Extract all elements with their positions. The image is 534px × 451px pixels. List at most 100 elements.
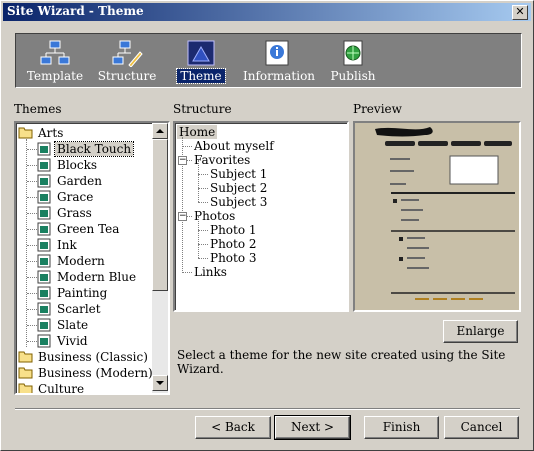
tree-node-label: Photo 2 (210, 237, 257, 251)
step-publish-button[interactable]: Publish (316, 36, 390, 84)
tree-line (198, 174, 199, 188)
folder-icon (18, 383, 33, 393)
tree-line (198, 188, 199, 202)
tree-node-label: Home (177, 125, 218, 139)
theme-icon (37, 222, 51, 236)
tree-line (27, 181, 37, 182)
folder-icon (18, 367, 33, 379)
theme-item-label: Garden (57, 174, 102, 188)
themes-list[interactable]: Arts Black Touch Blocks Garden Grace Grass Gr… (14, 121, 170, 395)
tree-line (27, 293, 37, 294)
tree-node-label: Favorites (194, 153, 251, 167)
tree-line (198, 244, 208, 245)
themes-scrollbar[interactable] (152, 123, 168, 393)
scroll-up-button[interactable] (152, 123, 168, 139)
theme-icon (37, 302, 51, 316)
tree-line (198, 188, 208, 189)
theme-item-label: Vivid (57, 334, 88, 348)
tree-line (27, 197, 37, 198)
theme-icon (37, 142, 51, 156)
theme-icon (37, 190, 51, 204)
tree-node-label: Subject 3 (210, 195, 268, 209)
structure-tree[interactable]: Home About myself − Favorites Subject 1 Subj… (173, 121, 349, 312)
tree-line (198, 216, 199, 230)
theme-icon (37, 318, 51, 332)
themes-list-content: Arts Black Touch Blocks Garden Grace Grass Gr… (16, 123, 153, 395)
tree-line (26, 139, 27, 347)
tree-line (198, 244, 199, 258)
theme-icon (37, 286, 51, 300)
theme-icon (187, 40, 215, 66)
tree-line (198, 174, 208, 175)
structure-heading: Structure (173, 102, 232, 116)
tree-line (198, 202, 208, 203)
theme-icon (37, 238, 51, 252)
theme-preview (353, 121, 521, 312)
next-button[interactable]: Next > (274, 415, 351, 440)
step-publish-label: Publish (330, 69, 376, 83)
theme-item-label: Grass (57, 206, 92, 220)
theme-item-label: Green Tea (57, 222, 120, 236)
step-information-label: Information (243, 69, 316, 83)
tree-line (27, 165, 37, 166)
step-structure-button[interactable]: Structure (90, 36, 164, 84)
tree-line (27, 229, 37, 230)
arrow-up-icon (156, 129, 164, 133)
collapse-icon[interactable]: − (178, 156, 187, 165)
cancel-button[interactable]: Cancel (444, 416, 519, 439)
preview-heading: Preview (353, 102, 402, 116)
theme-item-label: Modern (57, 254, 105, 268)
preview-image (355, 123, 519, 310)
theme-item-label: Modern Blue (57, 270, 137, 284)
tree-line (198, 258, 208, 259)
tree-node-label: About myself (194, 139, 274, 153)
title-bar[interactable]: Site Wizard - Theme ✕ (3, 3, 531, 21)
folder-open-icon (18, 127, 33, 139)
theme-item-label: Black Touch (53, 141, 135, 157)
tree-node-label: Photo 3 (210, 251, 257, 265)
theme-icon (37, 270, 51, 284)
finish-button[interactable]: Finish (364, 416, 439, 439)
structure-icon (112, 40, 143, 67)
theme-item-label: Slate (57, 318, 89, 332)
scroll-down-button[interactable] (152, 375, 168, 391)
tree-line (198, 160, 199, 174)
theme-icon (37, 334, 51, 348)
collapse-icon[interactable]: − (178, 212, 187, 221)
theme-icon (37, 174, 51, 188)
step-template-label: Template (26, 69, 84, 83)
step-structure-label: Structure (97, 69, 157, 83)
information-icon (265, 40, 289, 66)
step-theme-label: Theme (176, 68, 226, 84)
tree-node-label: Subject 2 (210, 181, 268, 195)
theme-group-label: Business (Modern) (38, 366, 153, 380)
tree-node-label: Links (194, 265, 227, 279)
footer-separator (15, 408, 520, 410)
back-button[interactable]: < Back (195, 416, 271, 439)
theme-item-label: Ink (57, 238, 77, 252)
step-information-button[interactable]: Information (240, 36, 315, 84)
folder-icon (18, 351, 33, 363)
step-template-button[interactable]: Template (18, 36, 92, 84)
theme-group-label: Culture (38, 382, 85, 395)
step-theme-button[interactable]: Theme (164, 36, 238, 84)
close-icon[interactable]: ✕ (512, 5, 528, 20)
theme-item-label: Blocks (57, 158, 98, 172)
hint-text: Select a theme for the new site created … (177, 348, 506, 376)
enlarge-button[interactable]: Enlarge (443, 320, 518, 343)
tree-line (27, 309, 37, 310)
themes-heading: Themes (14, 102, 62, 116)
theme-item-label: Painting (57, 286, 108, 300)
tree-line (27, 277, 37, 278)
tree-line (198, 230, 208, 231)
tree-line (27, 325, 37, 326)
tree-line (27, 213, 37, 214)
theme-group-label: Arts (38, 126, 64, 140)
wizard-steps-toolbar: Template Structure Theme Information Pub… (15, 33, 522, 88)
theme-item-label: Scarlet (57, 302, 101, 316)
theme-group-label: Business (Classic) (38, 350, 148, 364)
tree-line (27, 149, 37, 150)
tree-line (27, 261, 37, 262)
scroll-thumb[interactable] (152, 139, 168, 291)
theme-icon (37, 158, 51, 172)
